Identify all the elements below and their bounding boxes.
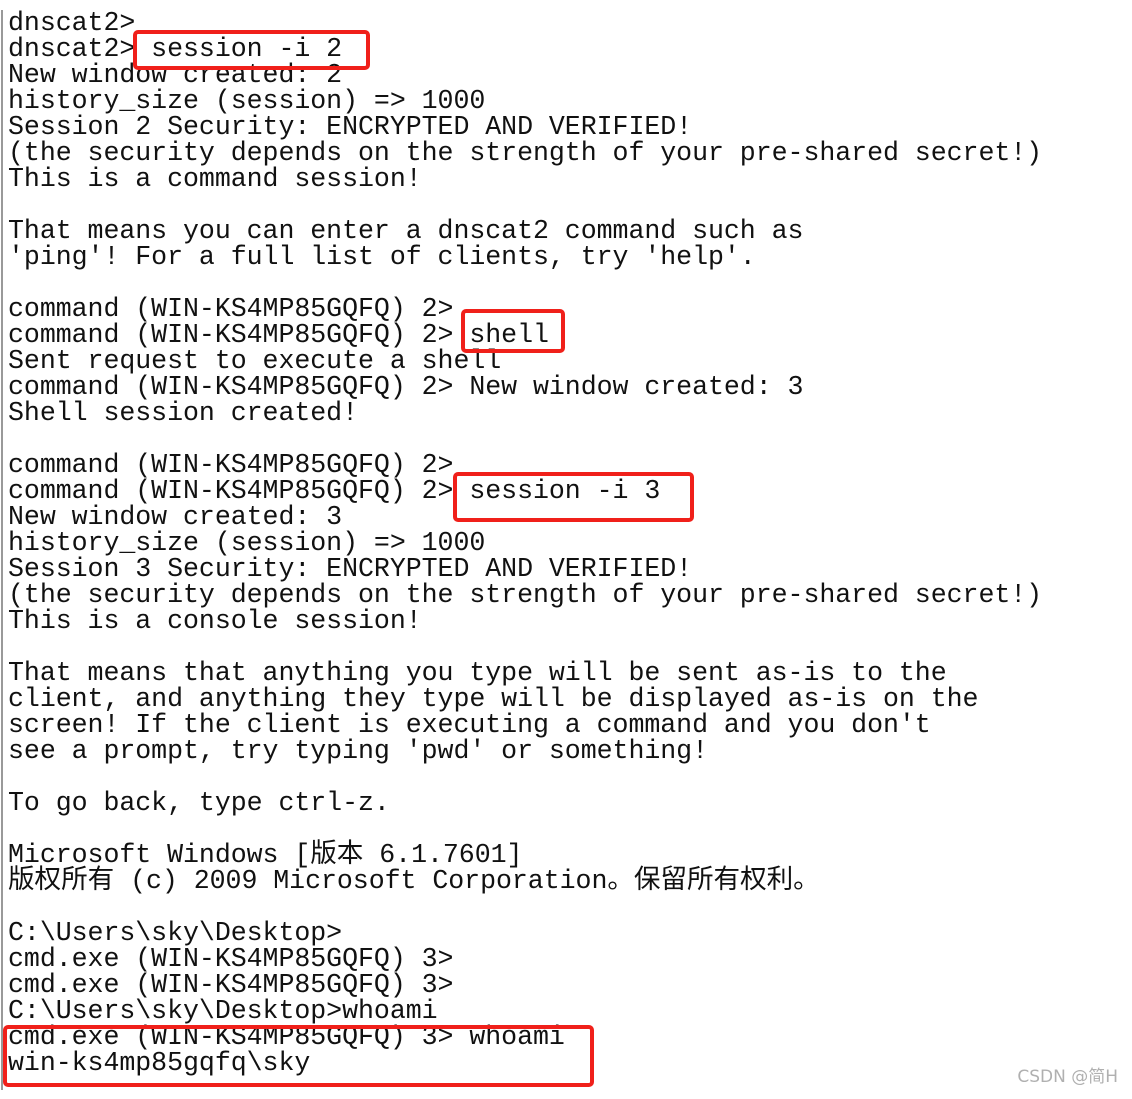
highlight-whoami-result xyxy=(3,1025,594,1087)
terminal-line: screen! If the client is executing a com… xyxy=(8,710,931,740)
terminal-line: 'ping'! For a full list of clients, try … xyxy=(8,242,756,272)
highlight-session-3-command xyxy=(453,472,694,522)
window-left-edge xyxy=(1,10,3,1090)
terminal-line: cmd.exe (WIN-KS4MP85GQFQ) 3> xyxy=(8,944,454,974)
terminal-output[interactable]: dnscat2> dnscat2> session -i 2 New window … xyxy=(8,10,1043,1077)
terminal-line: cmd.exe (WIN-KS4MP85GQFQ) 3> xyxy=(8,970,454,1000)
highlight-session-2-command xyxy=(133,30,370,70)
terminal-line: (the security depends on the strength of… xyxy=(8,580,1043,610)
terminal-line: That means you can enter a dnscat2 comma… xyxy=(8,216,804,246)
terminal-line: 版权所有 (c) 2009 Microsoft Corporation。保留所有… xyxy=(8,866,820,896)
watermark: CSDN @简H xyxy=(1017,1067,1118,1087)
terminal-line: command (WIN-KS4MP85GQFQ) 2> New window … xyxy=(8,372,804,402)
terminal-line: Microsoft Windows [版本 6.1.7601] xyxy=(8,840,523,870)
terminal-line: Session 2 Security: ENCRYPTED AND VERIFI… xyxy=(8,112,693,142)
terminal-line: Session 3 Security: ENCRYPTED AND VERIFI… xyxy=(8,554,693,584)
terminal-line: see a prompt, try typing 'pwd' or someth… xyxy=(8,736,708,766)
terminal-line: C:\Users\sky\Desktop> xyxy=(8,918,343,948)
terminal-line: client, and anything they type will be d… xyxy=(8,684,979,714)
terminal-line: That means that anything you type will b… xyxy=(8,658,947,688)
terminal-line: Shell session created! xyxy=(8,398,358,428)
terminal-line: C:\Users\sky\Desktop>whoami xyxy=(8,996,438,1026)
terminal-line: This is a console session! xyxy=(8,606,422,636)
terminal-line: (the security depends on the strength of… xyxy=(8,138,1043,168)
terminal-line: This is a command session! xyxy=(8,164,422,194)
terminal-line: history_size (session) => 1000 xyxy=(8,86,486,116)
highlight-shell-command xyxy=(461,309,565,353)
terminal-line: history_size (session) => 1000 xyxy=(8,528,486,558)
terminal-line: To go back, type ctrl-z. xyxy=(8,788,390,818)
